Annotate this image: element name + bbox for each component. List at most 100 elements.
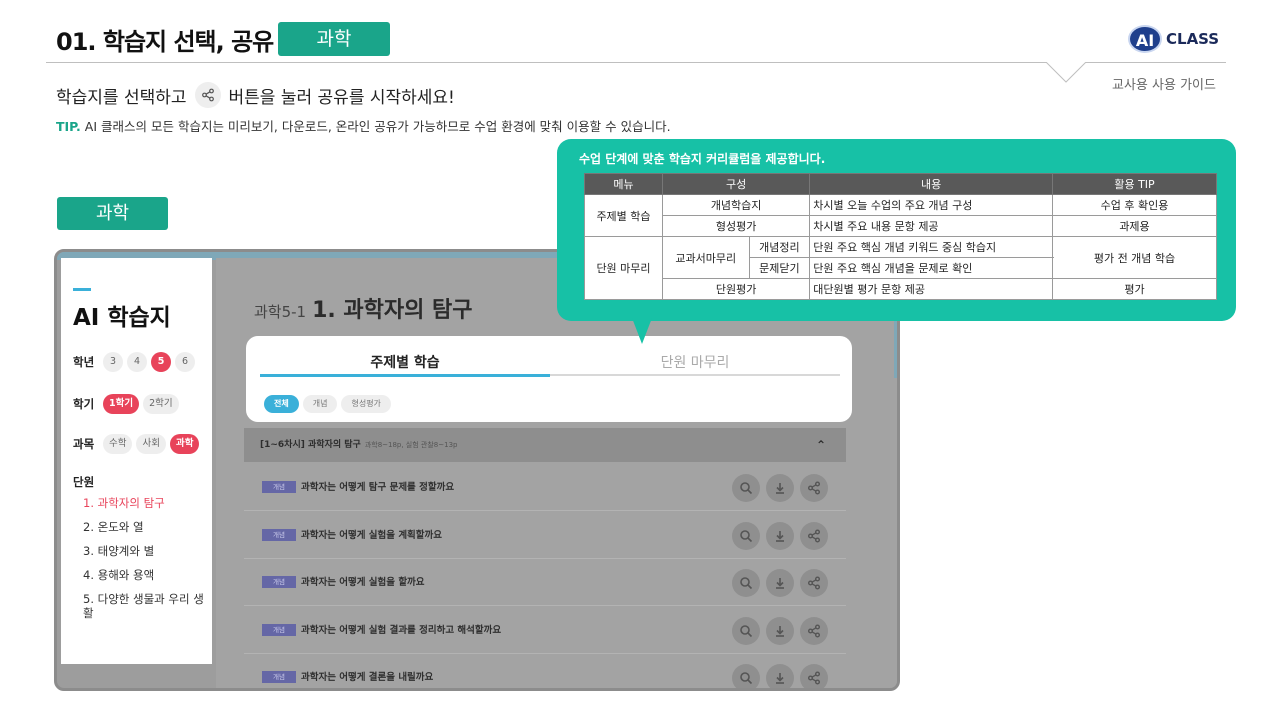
th-menu: 메뉴: [584, 173, 663, 195]
grade-label: 학년: [73, 355, 95, 369]
logo-mark: AI: [1128, 25, 1162, 53]
worksheet-title[interactable]: 과학자는 어떻게 실험을 계획할까요: [301, 527, 442, 541]
worksheet-title[interactable]: 과학자는 어떻게 탐구 문제를 정할까요: [301, 479, 454, 493]
unit-item[interactable]: 1. 과학자의 탐구: [83, 496, 208, 510]
tab-topic-learning[interactable]: 주제별 학습: [260, 352, 550, 372]
group-meta: 과학8~18p, 실험 관찰8~13p: [364, 441, 458, 449]
callout-title: 수업 단계에 맞춘 학습지 커리큘럼을 제공합니다.: [579, 152, 826, 166]
guide-page: 01. 학습지 선택, 공유 과학 AI CLASS 교사용 사용 가이드 학습…: [0, 0, 1280, 720]
worksheet-actions: [732, 521, 828, 550]
cell-tip: 평가 전 개념 학습: [1052, 236, 1217, 279]
cell-part: 단원평가: [661, 278, 811, 300]
worksheet-title[interactable]: 과학자는 어떻게 결론을 내릴까요: [301, 669, 433, 683]
share-icon[interactable]: [800, 569, 828, 597]
unit-item[interactable]: 3. 태양계와 별: [83, 544, 208, 558]
unit-list: 1. 과학자의 탐구 2. 온도와 열 3. 태양계와 별 4. 용해와 용액 …: [83, 496, 208, 630]
sidebar-title: AI 학습지: [73, 305, 171, 331]
cell-content: 차시별 주요 내용 문항 제공: [809, 215, 1053, 237]
cell-menu: 단원 마무리: [584, 236, 663, 300]
cell-part: 문제닫기: [748, 257, 811, 279]
unit-item[interactable]: 5. 다양한 생물과 우리 생활: [83, 592, 208, 620]
worksheet-tag: 개념: [262, 671, 296, 683]
curriculum-callout: 수업 단계에 맞춘 학습지 커리큘럼을 제공합니다. 메뉴 구성 내용 활용 T…: [557, 139, 1236, 321]
callout-pointer: [632, 318, 652, 344]
cell-part: 개념정리: [748, 236, 811, 258]
table-row: 단원평가 대단원별 평가 문항 제공 평가: [585, 278, 1217, 300]
chapter-title: 1. 과학자의 탐구: [312, 298, 473, 323]
subject-option-social[interactable]: 사회: [136, 434, 166, 454]
worksheet-row[interactable]: 개념 과학자는 어떻게 탐구 문제를 정할까요: [244, 464, 846, 511]
grade-option-5[interactable]: 5: [151, 352, 171, 372]
cell-content: 단원 주요 핵심 개념을 문제로 확인: [809, 257, 1053, 279]
sidebar: AI 학습지 학년 3 4 5 6 학기 1학기 2학기 과목 수학 사회 과학…: [61, 258, 212, 664]
share-icon: [194, 82, 221, 108]
ai-class-logo: AI CLASS: [1128, 24, 1219, 54]
sidebar-accent: [73, 288, 91, 291]
grade-row: 학년 3 4 5 6: [73, 352, 195, 372]
cell-content: 단원 주요 핵심 개념 키워드 중심 학습지: [809, 236, 1053, 258]
download-icon[interactable]: [766, 616, 794, 645]
download-icon[interactable]: [766, 569, 794, 597]
worksheet-actions: [732, 664, 828, 688]
search-icon[interactable]: [732, 569, 760, 597]
search-icon[interactable]: [732, 474, 760, 502]
logo-text: CLASS: [1166, 30, 1220, 48]
grade-option-4[interactable]: 4: [127, 352, 147, 372]
guide-label: 교사용 사용 가이드: [1112, 78, 1216, 93]
worksheet-actions: [732, 569, 828, 597]
search-icon[interactable]: [732, 664, 760, 688]
download-icon[interactable]: [766, 664, 794, 688]
filter-concept[interactable]: 개념: [302, 395, 338, 413]
chapter-code: 과학5-1: [254, 303, 307, 321]
share-icon[interactable]: [800, 521, 828, 550]
cell-part: 형성평가: [661, 215, 811, 237]
grade-option-6[interactable]: 6: [175, 352, 195, 372]
grade-option-3[interactable]: 3: [103, 352, 123, 372]
share-icon[interactable]: [800, 474, 828, 502]
subject-label: 과목: [73, 437, 95, 451]
worksheet-row[interactable]: 개념 과학자는 어떻게 결론을 내릴까요: [244, 654, 846, 688]
page-title: 01. 학습지 선택, 공유: [56, 28, 274, 56]
filter-all[interactable]: 전체: [264, 395, 299, 413]
worksheet-tag: 개념: [262, 528, 296, 541]
curriculum-table: 메뉴 구성 내용 활용 TIP 주제별 학습 개념학습지 차시별 오늘 수업의 …: [584, 173, 1217, 300]
th-content: 내용: [809, 173, 1053, 195]
search-icon[interactable]: [732, 616, 760, 645]
worksheet-title[interactable]: 과학자는 어떻게 실험 결과를 정리하고 해석할까요: [301, 622, 501, 636]
filter-assessment[interactable]: 형성평가: [341, 395, 391, 413]
unit-item[interactable]: 2. 온도와 열: [83, 520, 208, 534]
table-row: 단원 마무리 교과서마무리 개념정리 단원 주요 핵심 개념 키워드 중심 학습…: [584, 236, 1217, 300]
worksheet-actions: [732, 474, 828, 502]
chapter-heading: 과학5-1 1. 과학자의 탐구: [254, 292, 473, 324]
semester-row: 학기 1학기 2학기: [73, 394, 179, 414]
worksheet-tag: 개념: [262, 481, 296, 493]
tab-unit-wrapup[interactable]: 단원 마무리: [550, 352, 840, 372]
instruction-after: 버튼을 눌러 공유를 시작하세요!: [228, 87, 455, 108]
group-title: [1~6차시] 과학자의 탐구: [260, 440, 361, 450]
semester-option-2[interactable]: 2학기: [143, 394, 179, 414]
share-icon[interactable]: [800, 664, 828, 688]
cell-content: 대단원별 평가 문항 제공: [809, 278, 1053, 300]
subject-option-science[interactable]: 과학: [169, 434, 200, 454]
download-icon[interactable]: [766, 521, 794, 550]
semester-option-1[interactable]: 1학기: [103, 394, 140, 414]
cell-menu: 주제별 학습: [584, 194, 663, 237]
search-icon[interactable]: [732, 521, 760, 550]
worksheet-title[interactable]: 과학자는 어떻게 실험을 할까요: [301, 574, 425, 588]
section-badge: 과학: [57, 197, 168, 230]
unit-item[interactable]: 4. 용해와 용액: [83, 568, 208, 582]
download-icon[interactable]: [766, 474, 794, 502]
instruction-before: 학습지를 선택하고: [56, 87, 187, 108]
worksheet-row[interactable]: 개념 과학자는 어떻게 실험을 계획할까요: [244, 511, 846, 559]
chevron-up-icon[interactable]: ⌃: [816, 428, 826, 462]
worksheet-tag: 개념: [262, 623, 296, 636]
lesson-group-header[interactable]: [1~6차시] 과학자의 탐구 과학8~18p, 실험 관찰8~13p ⌃: [244, 428, 846, 462]
worksheet-row[interactable]: 개념 과학자는 어떻게 실험 결과를 정리하고 해석할까요: [244, 606, 846, 654]
filter-chips: 전체 개념 형성평가: [264, 395, 391, 413]
table-header-row: 메뉴 구성 내용 활용 TIP: [584, 173, 1217, 195]
cell-tip: 평가: [1052, 278, 1217, 300]
subject-option-math[interactable]: 수학: [103, 434, 133, 454]
share-icon[interactable]: [800, 616, 828, 645]
cell-tip: 수업 후 확인용: [1052, 194, 1217, 216]
worksheet-row[interactable]: 개념 과학자는 어떻게 실험을 할까요: [244, 559, 846, 606]
